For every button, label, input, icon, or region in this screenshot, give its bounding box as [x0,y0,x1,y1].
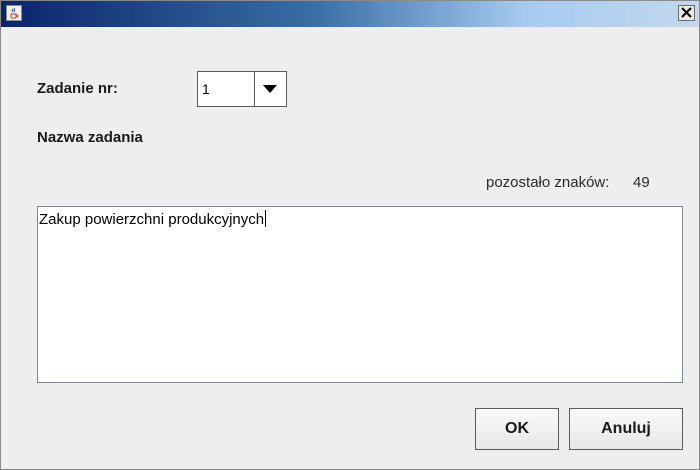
ok-button[interactable]: OK [475,408,559,450]
task-name-label: Nazwa zadania [37,129,143,146]
task-name-text: Zakup powierzchni produkcyjnych [39,210,267,228]
remaining-chars-value: 49 [633,174,650,191]
text-caret [265,210,267,227]
chevron-down-icon [263,85,277,93]
java-coffee-icon[interactable] [6,5,22,21]
task-number-label: Zadanie nr: [37,80,118,97]
dialog-window: Zadanie nr: 1 Nazwa zadania pozostało zn… [0,0,700,470]
remaining-chars-label: pozostało znaków: [486,174,610,191]
close-icon [681,7,692,18]
title-bar[interactable] [1,1,699,27]
task-number-select[interactable]: 1 [197,71,287,107]
task-name-textarea[interactable]: Zakup powierzchni produkcyjnych [37,206,683,383]
task-number-value: 1 [202,81,210,97]
close-button[interactable] [678,5,695,21]
dropdown-button[interactable] [255,72,286,106]
task-name-value: Zakup powierzchni produkcyjnych [39,211,265,228]
cancel-button[interactable]: Anuluj [569,408,683,450]
